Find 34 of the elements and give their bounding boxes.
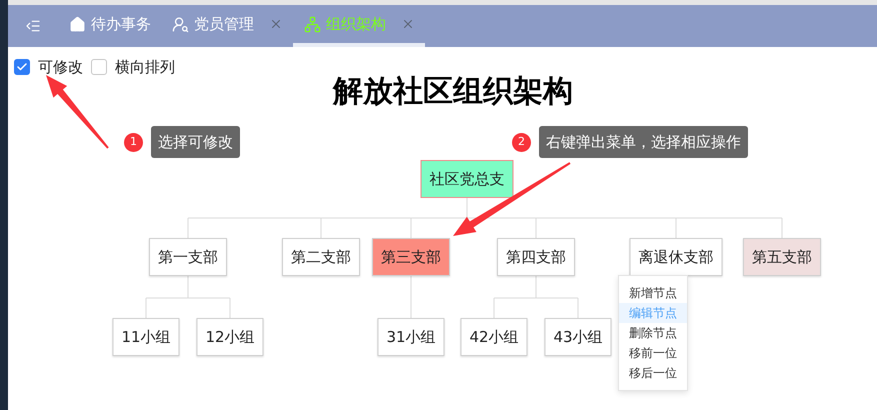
hint-tooltip: 选择可修改 <box>151 126 240 158</box>
hierarchy-icon <box>304 16 321 32</box>
checkbox-label: 可修改 <box>38 57 83 78</box>
org-node[interactable]: 第一支部 <box>149 238 227 276</box>
menu-item[interactable]: 新增节点 <box>619 283 687 303</box>
org-node[interactable]: 42小组 <box>460 318 528 356</box>
org-node[interactable]: 第四支部 <box>497 238 575 276</box>
close-icon[interactable] <box>269 17 283 31</box>
tab-label: 组织架构 <box>326 14 386 35</box>
org-node[interactable]: 社区党总支 <box>420 160 514 198</box>
close-icon[interactable] <box>401 17 415 31</box>
org-node[interactable]: 第三支部 <box>372 238 450 276</box>
menu-item[interactable]: 删除节点 <box>619 323 687 343</box>
step-badge: 1 <box>124 132 143 152</box>
org-node[interactable]: 第五支部 <box>743 238 821 276</box>
menu-item[interactable]: 移前一位 <box>619 343 687 363</box>
org-node[interactable]: 12小组 <box>196 318 264 356</box>
hint-tooltip: 右键弹出菜单，选择相应操作 <box>539 126 748 158</box>
org-node[interactable]: 第二支部 <box>282 238 360 276</box>
menu-icon <box>25 18 41 34</box>
org-node[interactable]: 11小组 <box>112 318 180 356</box>
step-badge: 2 <box>512 132 531 152</box>
org-node[interactable]: 43小组 <box>544 318 612 356</box>
chart-title: 解放社区组织架构 <box>333 73 573 111</box>
user-icon <box>172 16 189 32</box>
menu-item[interactable]: 移后一位 <box>619 363 687 383</box>
home-icon <box>69 16 86 32</box>
checkbox[interactable] <box>91 59 107 76</box>
org-node[interactable]: 离退休支部 <box>630 238 722 276</box>
checkbox[interactable] <box>14 59 30 76</box>
tab-label: 待办事务 <box>91 14 151 35</box>
org-node[interactable]: 31小组 <box>377 318 445 356</box>
tab-label: 党员管理 <box>194 14 254 35</box>
checkbox-label: 横向排列 <box>115 57 175 78</box>
